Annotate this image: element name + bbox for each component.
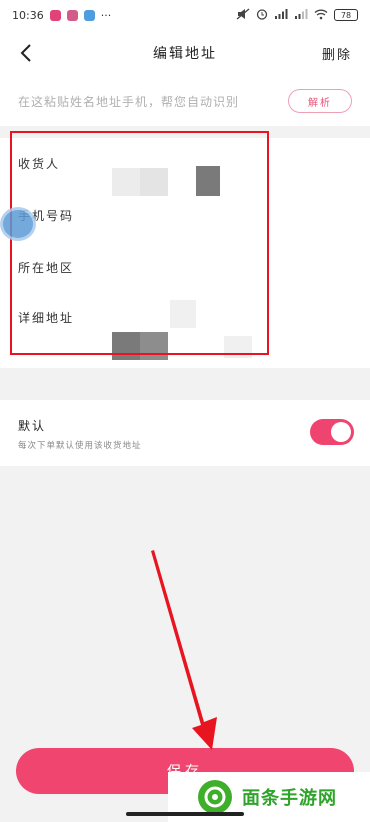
watermark-logo-icon — [198, 780, 232, 814]
status-left: 10:36 ··· — [12, 9, 111, 22]
smart-paste-input[interactable]: 在这粘贴姓名地址手机，帮您自动识别 — [18, 93, 288, 110]
recipient-input[interactable] — [110, 148, 340, 196]
wifi-icon — [314, 8, 328, 23]
default-toggle[interactable] — [310, 419, 354, 445]
alarm-icon — [256, 8, 268, 23]
blurred-value — [224, 336, 252, 358]
blurred-value — [140, 332, 168, 360]
detail-address-label: 详细地址 — [18, 310, 75, 325]
nav-bar: 编辑地址 删除 — [0, 30, 370, 76]
address-form: 收货人 手机号码 所在地区 详细地址 — [0, 138, 370, 368]
detail-address-input[interactable] — [110, 300, 340, 360]
recipient-label: 收货人 — [18, 156, 61, 171]
back-button[interactable] — [14, 40, 38, 66]
region-label: 所在地区 — [18, 260, 75, 275]
app-notification-icon — [83, 9, 95, 21]
watermark-text: 面条手游网 — [242, 788, 337, 809]
mute-icon — [236, 8, 250, 23]
form-row-phone[interactable]: 手机号码 — [0, 190, 370, 240]
default-subtitle: 每次下单默认使用该收货地址 — [18, 441, 142, 451]
app-notification-icon — [49, 9, 61, 21]
status-time: 10:36 — [12, 8, 44, 22]
default-address-card: 默认 每次下单默认使用该收货地址 — [0, 400, 370, 466]
blurred-value — [112, 332, 140, 360]
status-bar: 10:36 ··· 78 — [0, 0, 370, 30]
blurred-value — [170, 300, 196, 328]
status-right: 78 — [236, 8, 358, 23]
signal-icon — [294, 8, 308, 23]
smart-paste-section: 在这粘贴姓名地址手机，帮您自动识别 解析 — [0, 76, 370, 126]
toggle-knob — [331, 422, 351, 442]
form-row-region[interactable]: 所在地区 — [0, 242, 370, 292]
more-notifications-icon: ··· — [100, 8, 112, 22]
delete-button[interactable]: 删除 — [322, 44, 352, 63]
home-indicator — [126, 812, 244, 816]
page-title: 编辑地址 — [153, 46, 217, 62]
form-row-detail-address[interactable]: 详细地址 — [0, 292, 370, 360]
default-title: 默认 — [18, 419, 47, 433]
signal-icon — [274, 8, 288, 23]
form-row-recipient[interactable]: 收货人 — [0, 138, 370, 196]
parse-button[interactable]: 解析 — [288, 89, 352, 113]
battery-icon: 78 — [334, 9, 358, 21]
app-notification-icon — [66, 9, 78, 21]
chevron-left-icon — [20, 44, 31, 62]
floating-assistant-icon[interactable] — [0, 207, 36, 241]
